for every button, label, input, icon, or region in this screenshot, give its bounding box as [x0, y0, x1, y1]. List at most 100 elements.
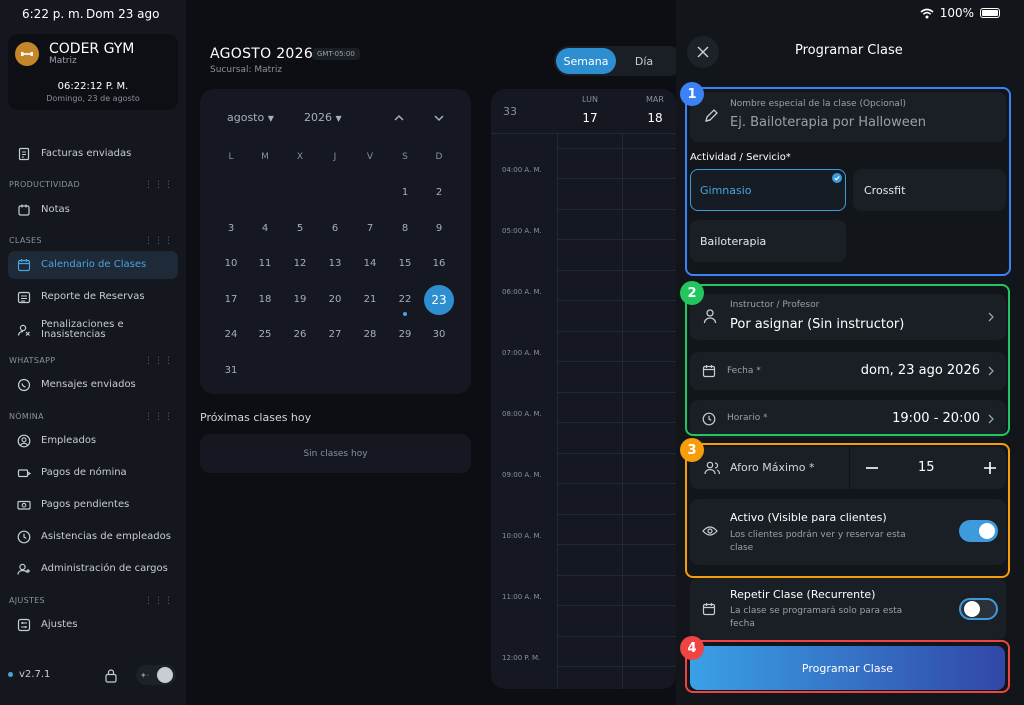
view-week-button[interactable]: Semana — [556, 48, 616, 74]
activity-label: Crossfit — [864, 183, 906, 197]
capacity-value[interactable]: 15 — [918, 460, 935, 475]
sidebar-item-penalizaciones[interactable]: Penalizaciones e Inasistencias — [8, 315, 178, 345]
desc-line: Los clientes podrán ver y reservar esta — [730, 530, 906, 540]
calendar-day[interactable]: 25 — [250, 320, 280, 350]
sidebar-item-notas[interactable]: Notas — [8, 196, 178, 224]
settings-icon — [15, 616, 33, 634]
drag-handle-icon[interactable]: ⋮⋮⋮ — [144, 412, 174, 422]
increment-button[interactable] — [982, 460, 998, 476]
calendar-day[interactable]: 28 — [355, 320, 385, 350]
drag-handle-icon[interactable]: ⋮⋮⋮ — [144, 596, 174, 606]
calendar-day[interactable]: 4 — [250, 214, 280, 244]
calendar-day[interactable]: 22 — [390, 285, 420, 315]
chevron-right-icon — [988, 366, 994, 376]
calendar-day[interactable]: 16 — [424, 249, 454, 279]
calendar-day[interactable]: 6 — [320, 214, 350, 244]
calendar-day[interactable]: 20 — [320, 285, 350, 315]
lock-icon[interactable] — [104, 668, 118, 683]
week-day-number[interactable]: 17 — [565, 111, 615, 125]
status-right: 100% — [920, 6, 1000, 20]
activity-gimnasio[interactable]: Gimnasio — [690, 169, 846, 211]
decrement-button[interactable] — [864, 460, 880, 476]
calendar-day[interactable]: 26 — [285, 320, 315, 350]
month-select[interactable]: agosto ▼ — [227, 111, 274, 124]
desc-line: fecha — [730, 619, 755, 629]
brand-card[interactable]: CODER GYM Matriz 06:22:12 P. M. Domingo,… — [8, 34, 178, 110]
calendar-day[interactable]: 12 — [285, 249, 315, 279]
calendar-day[interactable]: 15 — [390, 249, 420, 279]
year-select[interactable]: 2026 ▼ — [304, 111, 342, 124]
date-value: dom, 23 ago 2026 — [860, 363, 980, 378]
brand-clock: 06:22:12 P. M. — [57, 81, 129, 92]
time-grid-line — [557, 666, 676, 667]
sidebar-item-reporte[interactable]: Reporte de Reservas — [8, 283, 178, 311]
time-grid-line — [557, 392, 676, 393]
time-field[interactable]: Horario * 19:00 - 20:00 — [690, 400, 1006, 438]
sidebar-item-pagos-pendientes[interactable]: Pagos pendientes — [8, 491, 178, 519]
calendar-day[interactable]: 17 — [216, 285, 246, 315]
calendar-day[interactable]: 31 — [216, 356, 246, 386]
activity-bailoterapia[interactable]: Bailoterapia — [690, 220, 846, 262]
section-productividad: PRODUCTIVIDAD ⋮⋮⋮ — [9, 180, 174, 190]
calendar-day[interactable]: 27 — [320, 320, 350, 350]
calendar-day[interactable]: 2 — [424, 178, 454, 208]
sidebar-item-asistencias[interactable]: Asistencias de empleados — [8, 523, 178, 551]
time-grid-line — [557, 270, 676, 271]
brand-date: Domingo, 23 de agosto — [46, 94, 140, 103]
activity-crossfit[interactable]: Crossfit — [853, 169, 1006, 211]
drag-handle-icon[interactable]: ⋮⋮⋮ — [144, 356, 174, 366]
calendar-day[interactable]: 10 — [216, 249, 246, 279]
clock-icon — [702, 412, 716, 426]
calendar-day[interactable]: 11 — [250, 249, 280, 279]
class-name-field[interactable]: Nombre especial de la clase (Opcional) E… — [690, 92, 1006, 142]
calendar-day-selected[interactable]: 23 — [424, 284, 454, 315]
calendar-day[interactable]: 29 — [390, 320, 420, 350]
next-month-button[interactable] — [432, 111, 446, 125]
time-slot-label: 12:00 P. M. — [502, 654, 541, 662]
instructor-field[interactable]: Instructor / Profesor Por asignar (Sin i… — [690, 294, 1006, 340]
weekday-header: L — [228, 152, 234, 162]
drag-handle-icon[interactable]: ⋮⋮⋮ — [144, 180, 174, 190]
toggle-knob — [979, 523, 995, 539]
sidebar-item-label: Reporte de Reservas — [41, 291, 145, 302]
calendar-day[interactable]: 19 — [285, 285, 315, 315]
drag-handle-icon[interactable]: ⋮⋮⋮ — [144, 236, 174, 246]
submit-button[interactable]: Programar Clase — [690, 646, 1005, 690]
week-day-number[interactable]: 18 — [630, 111, 676, 125]
calendar-day[interactable]: 7 — [355, 214, 385, 244]
user-penalty-icon — [15, 321, 33, 339]
check-icon — [832, 173, 842, 183]
calendar-day[interactable]: 8 — [390, 214, 420, 244]
calendar-day[interactable]: 18 — [250, 285, 280, 315]
theme-toggle[interactable]: ✦· — [136, 665, 176, 685]
sidebar-item-empleados[interactable]: Empleados — [8, 427, 178, 455]
calendar-day[interactable]: 21 — [355, 285, 385, 315]
calendar-day[interactable]: 9 — [424, 214, 454, 244]
calendar-day[interactable]: 3 — [216, 214, 246, 244]
close-button[interactable] — [687, 36, 719, 68]
sidebar-item-pagos-nomina[interactable]: Pagos de nómina — [8, 459, 178, 487]
view-day-button[interactable]: Día — [624, 48, 664, 74]
repeat-toggle[interactable] — [959, 598, 998, 620]
time-grid-line — [557, 422, 676, 423]
event-dot — [403, 311, 407, 316]
sidebar-item-facturas[interactable]: Facturas enviadas — [8, 140, 178, 168]
calendar-day[interactable]: 14 — [355, 249, 385, 279]
sidebar: CODER GYM Matriz 06:22:12 P. M. Domingo,… — [0, 0, 186, 705]
sidebar-item-ajustes[interactable]: Ajustes — [8, 611, 178, 639]
date-field[interactable]: Fecha * dom, 23 ago 2026 — [690, 352, 1006, 390]
sidebar-item-calendario[interactable]: Calendario de Clases — [8, 251, 178, 279]
calendar-day[interactable]: 30 — [424, 320, 454, 350]
active-toggle[interactable] — [959, 520, 998, 542]
calendar-day[interactable]: 13 — [320, 249, 350, 279]
calendar-repeat-icon — [702, 603, 716, 616]
calendar-day[interactable]: 24 — [216, 320, 246, 350]
sidebar-item-mensajes[interactable]: Mensajes enviados — [8, 371, 178, 399]
prev-month-button[interactable] — [392, 111, 406, 125]
sidebar-item-cargos[interactable]: Administración de cargos — [8, 555, 178, 583]
section-label: AJUSTES — [9, 596, 45, 605]
year-label: 2026 — [304, 111, 332, 124]
calendar-day[interactable]: 1 — [390, 178, 420, 208]
calendar-day[interactable]: 5 — [285, 214, 315, 244]
status-time: 6:22 p. m. — [22, 7, 84, 21]
